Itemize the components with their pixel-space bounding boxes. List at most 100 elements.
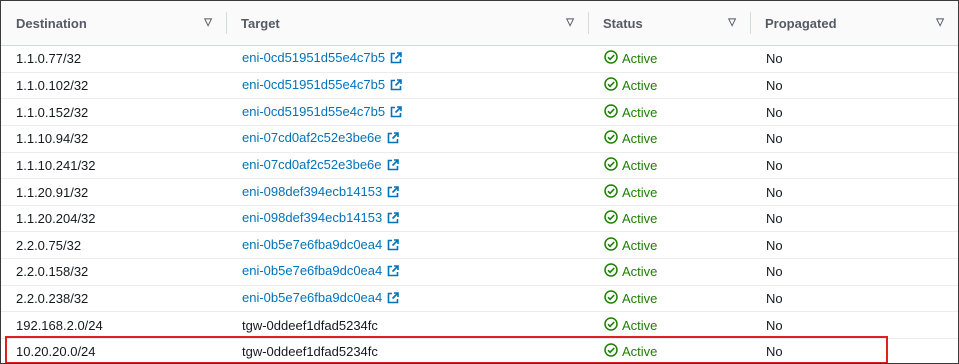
- status-cell: Active: [588, 72, 750, 100]
- status-indicator: Active: [604, 210, 657, 227]
- table-row[interactable]: 1.1.20.91/32 eni-098def394ecb14153 Active N…: [1, 178, 958, 206]
- propagated-cell: No: [750, 205, 958, 233]
- status-indicator: Active: [604, 50, 657, 67]
- status-cell: Active: [588, 125, 750, 153]
- check-circle-icon: [604, 157, 618, 174]
- column-header-target[interactable]: Target ▽: [226, 1, 588, 46]
- target-link[interactable]: eni-07cd0af2c52e3be6e: [242, 130, 382, 145]
- table-row[interactable]: 1.1.0.102/32 eni-0cd51951d55e4c7b5 Active N…: [1, 72, 958, 100]
- target-cell: eni-0b5e7e6fba9dc0ea4: [226, 285, 588, 313]
- external-link-icon[interactable]: [387, 185, 400, 201]
- destination-text: 2.2.0.238/32: [16, 291, 89, 307]
- target-cell: eni-098def394ecb14153: [226, 178, 588, 206]
- check-circle-icon: [604, 237, 618, 254]
- target-link[interactable]: eni-0b5e7e6fba9dc0ea4: [242, 290, 382, 305]
- column-header-label: Destination: [16, 15, 87, 31]
- table-row[interactable]: 1.1.10.241/32 eni-07cd0af2c52e3be6e Active…: [1, 152, 958, 180]
- external-link-icon[interactable]: [387, 212, 400, 227]
- check-circle-icon: [604, 103, 618, 121]
- target-cell: eni-0cd51951d55e4c7b5: [226, 45, 588, 73]
- check-circle-icon: [604, 77, 618, 94]
- check-circle-icon: [604, 290, 618, 307]
- table-row[interactable]: 1.1.0.77/32 eni-0cd51951d55e4c7b5 Active No: [1, 45, 958, 73]
- column-header-label: Propagated: [765, 15, 837, 31]
- column-header-status[interactable]: Status ▽: [588, 1, 750, 46]
- column-header-destination[interactable]: Destination ▽: [1, 1, 226, 46]
- status-indicator: Active: [604, 77, 657, 94]
- check-circle-icon: [604, 210, 618, 227]
- column-header-label: Target: [241, 15, 280, 31]
- external-link-icon[interactable]: [390, 105, 402, 121]
- target-cell: eni-0cd51951d55e4c7b5: [226, 98, 588, 126]
- propagated-cell: No: [750, 285, 958, 313]
- target-cell: eni-07cd0af2c52e3be6e: [226, 152, 588, 180]
- status-cell: Active: [588, 339, 750, 363]
- table-row[interactable]: 192.168.2.0/24 tgw-0ddeef1dfad5234fc Activ…: [1, 311, 958, 340]
- external-link-icon[interactable]: [387, 132, 399, 147]
- propagated-cell: No: [750, 178, 958, 206]
- target-link[interactable]: eni-0cd51951d55e4c7b5: [242, 77, 385, 92]
- status-indicator: Active: [604, 316, 657, 334]
- status-indicator: Active: [604, 157, 657, 174]
- destination-cell: 192.168.2.0/24: [1, 311, 226, 340]
- propagated-cell: No: [750, 72, 958, 100]
- destination-cell: 1.1.10.94/32: [1, 125, 226, 153]
- target-link[interactable]: eni-0b5e7e6fba9dc0ea4: [242, 263, 382, 278]
- target-cell: eni-0b5e7e6fba9dc0ea4: [226, 231, 588, 260]
- destination-cell: 2.2.0.75/32: [1, 231, 226, 260]
- check-circle-icon: [604, 50, 618, 67]
- table-row[interactable]: 2.2.0.238/32 eni-0b5e7e6fba9dc0ea4 Active N…: [1, 285, 958, 313]
- destination-text: 1.1.10.241/32: [16, 157, 96, 173]
- target-cell: eni-098def394ecb14153: [226, 205, 588, 233]
- target-link[interactable]: eni-0b5e7e6fba9dc0ea4: [242, 237, 382, 252]
- sort-triangle-icon[interactable]: ▽: [728, 18, 736, 28]
- destination-cell: 2.2.0.238/32: [1, 285, 226, 313]
- destination-cell: 1.1.0.102/32: [1, 72, 226, 100]
- target-link[interactable]: eni-098def394ecb14153: [242, 210, 382, 225]
- route-table-panel: Destination ▽ Target ▽ Status ▽ Propagat…: [0, 0, 959, 364]
- propagated-text: No: [766, 317, 783, 333]
- propagated-text: No: [766, 131, 783, 147]
- external-link-icon[interactable]: [387, 159, 399, 174]
- external-link-icon[interactable]: [390, 52, 402, 67]
- table-row[interactable]: 2.2.0.158/32 eni-0b5e7e6fba9dc0ea4 Active N…: [1, 258, 958, 286]
- external-link-icon[interactable]: [387, 265, 400, 280]
- target-link[interactable]: eni-07cd0af2c52e3be6e: [242, 157, 382, 172]
- target-link[interactable]: eni-098def394ecb14153: [242, 184, 382, 199]
- column-header-propagated[interactable]: Propagated ▽: [750, 1, 958, 46]
- propagated-text: No: [766, 184, 783, 200]
- destination-cell: 1.1.10.241/32: [1, 152, 226, 180]
- destination-text: 1.1.0.152/32: [16, 104, 89, 120]
- table-row[interactable]: 1.1.20.204/32 eni-098def394ecb14153 Active…: [1, 205, 958, 233]
- target-cell: eni-0cd51951d55e4c7b5: [226, 72, 588, 100]
- sort-triangle-icon[interactable]: ▽: [204, 18, 212, 28]
- table-row[interactable]: 10.20.20.0/24 tgw-0ddeef1dfad5234fc Active…: [1, 339, 958, 363]
- destination-text: 1.1.10.94/32: [16, 131, 89, 147]
- table-row[interactable]: 2.2.0.75/32 eni-0b5e7e6fba9dc0ea4 Active No: [1, 231, 958, 260]
- destination-text: 1.1.0.77/32: [16, 51, 82, 67]
- external-link-icon[interactable]: [387, 238, 400, 254]
- target-link[interactable]: eni-0cd51951d55e4c7b5: [242, 50, 385, 65]
- status-text: Active: [622, 131, 658, 147]
- propagated-text: No: [766, 291, 783, 307]
- propagated-cell: No: [750, 98, 958, 126]
- target-cell: eni-07cd0af2c52e3be6e: [226, 125, 588, 153]
- table-row[interactable]: 1.1.10.94/32 eni-07cd0af2c52e3be6e Active N…: [1, 125, 958, 153]
- status-text: Active: [622, 291, 658, 307]
- propagated-cell: No: [750, 339, 958, 363]
- status-text: Active: [622, 51, 658, 67]
- external-link-icon[interactable]: [390, 79, 402, 94]
- status-text: Active: [622, 157, 658, 173]
- propagated-text: No: [766, 157, 783, 173]
- destination-text: 10.20.20.0/24: [16, 344, 96, 360]
- external-link-icon[interactable]: [387, 292, 400, 307]
- target-link[interactable]: eni-0cd51951d55e4c7b5: [242, 104, 385, 119]
- status-indicator: Active: [604, 237, 657, 254]
- destination-text: 2.2.0.158/32: [16, 264, 89, 280]
- table-row[interactable]: 1.1.0.152/32 eni-0cd51951d55e4c7b5 Active N…: [1, 98, 958, 126]
- status-cell: Active: [588, 285, 750, 313]
- sort-triangle-icon[interactable]: ▽: [936, 18, 944, 28]
- status-indicator: Active: [604, 343, 657, 360]
- sort-triangle-icon[interactable]: ▽: [566, 18, 574, 28]
- propagated-text: No: [766, 77, 783, 93]
